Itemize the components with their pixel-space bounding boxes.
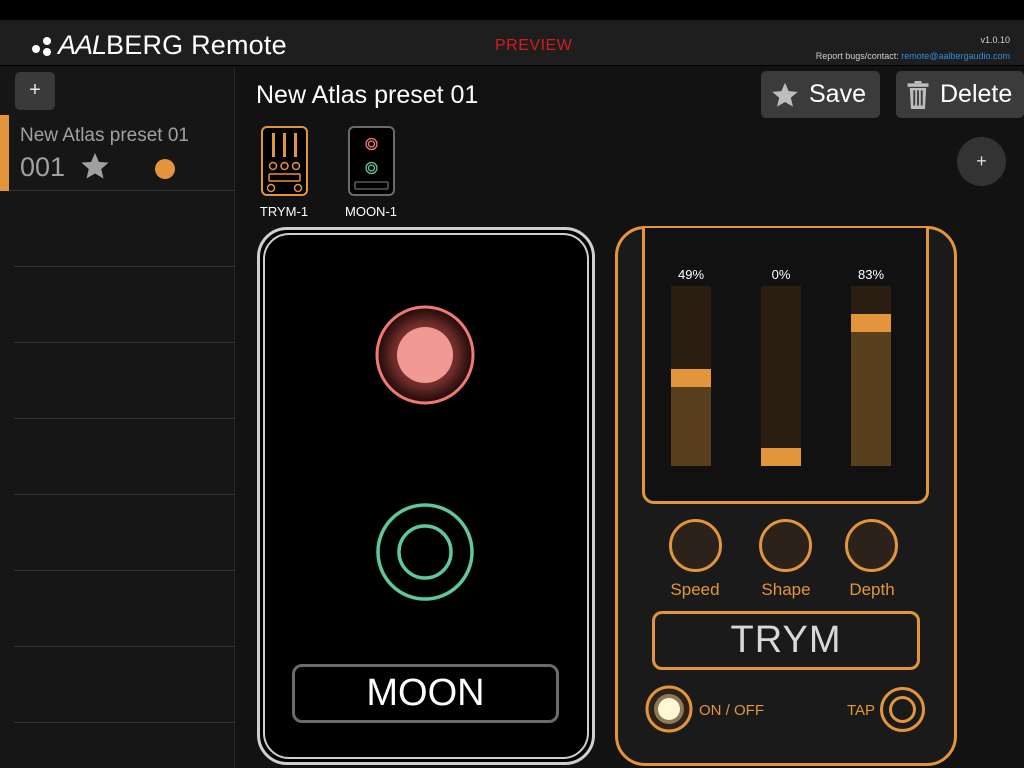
speed-percent: 49% [677, 267, 705, 282]
add-preset-button[interactable]: + [15, 72, 55, 110]
logo-dots-icon [32, 34, 58, 56]
empty-preset-row [14, 419, 235, 495]
shape-label: Shape [761, 580, 811, 599]
preset-number: 001 [20, 152, 66, 182]
status-bar [0, 0, 1024, 20]
preview-label: PREVIEW [495, 37, 573, 54]
app-header: AALBERG Remote PREVIEW v1.0.10 Report bu… [0, 20, 1024, 66]
speed-label: Speed [670, 580, 720, 599]
status-dot-icon [155, 159, 175, 179]
star-icon [772, 82, 798, 107]
empty-preset-row [14, 267, 235, 343]
on-off-label: ON / OFF [699, 702, 764, 719]
empty-preset-row [14, 647, 235, 723]
empty-preset-row [14, 343, 235, 419]
depth-percent: 83% [857, 267, 885, 282]
trash-icon [907, 80, 929, 109]
shape-knob[interactable] [759, 519, 812, 572]
speed-knob[interactable] [669, 519, 722, 572]
tap-label: TAP [847, 702, 876, 719]
selected-indicator [0, 115, 9, 191]
slider-handle[interactable] [851, 314, 891, 332]
moon-name-display: MOON [292, 664, 559, 723]
tap-button[interactable] [879, 686, 926, 733]
delete-button[interactable]: Delete [896, 71, 1024, 118]
contact-email-link[interactable]: remote@aalbergaudio.com [901, 51, 1010, 61]
speed-slider[interactable] [671, 286, 711, 466]
depth-slider[interactable] [851, 286, 891, 466]
moon-device-thumbnail[interactable] [348, 126, 395, 196]
preset-name: New Atlas preset 01 [20, 125, 189, 146]
slider-handle[interactable] [671, 369, 711, 387]
add-device-button[interactable]: + [957, 137, 1006, 186]
app-logo: AALBERG Remote [32, 30, 287, 60]
preset-sidebar: + New Atlas preset 01 001 [0, 67, 235, 768]
preset-list-item[interactable]: New Atlas preset 01 001 [0, 115, 235, 191]
save-label: Save [809, 80, 866, 108]
shape-percent: 0% [771, 267, 791, 282]
moon-device-label: MOON-1 [345, 204, 397, 219]
version-label: v1.0.10 [980, 35, 1010, 45]
trym-name-display: TRYM [652, 611, 920, 670]
app-root: AALBERG Remote PREVIEW v1.0.10 Report bu… [0, 0, 1024, 768]
moon-red-led-button[interactable] [375, 305, 475, 405]
on-off-button[interactable] [645, 685, 693, 733]
app-name: AALBERG Remote [58, 29, 287, 60]
empty-preset-row [14, 571, 235, 647]
trym-device-thumbnail[interactable] [261, 126, 308, 196]
star-icon[interactable] [80, 151, 110, 181]
save-button[interactable]: Save [761, 71, 880, 118]
slider-handle[interactable] [761, 448, 801, 466]
trym-device-label: TRYM-1 [259, 204, 309, 219]
empty-preset-row [14, 495, 235, 571]
contact-line: Report bugs/contact: remote@aalbergaudio… [815, 51, 1010, 61]
moon-green-ring-button[interactable] [375, 502, 475, 602]
empty-preset-row [14, 191, 235, 267]
depth-label: Depth [849, 580, 895, 599]
delete-label: Delete [940, 80, 1013, 108]
depth-knob[interactable] [845, 519, 898, 572]
preset-title: New Atlas preset 01 [256, 81, 479, 109]
shape-slider[interactable] [761, 286, 801, 466]
